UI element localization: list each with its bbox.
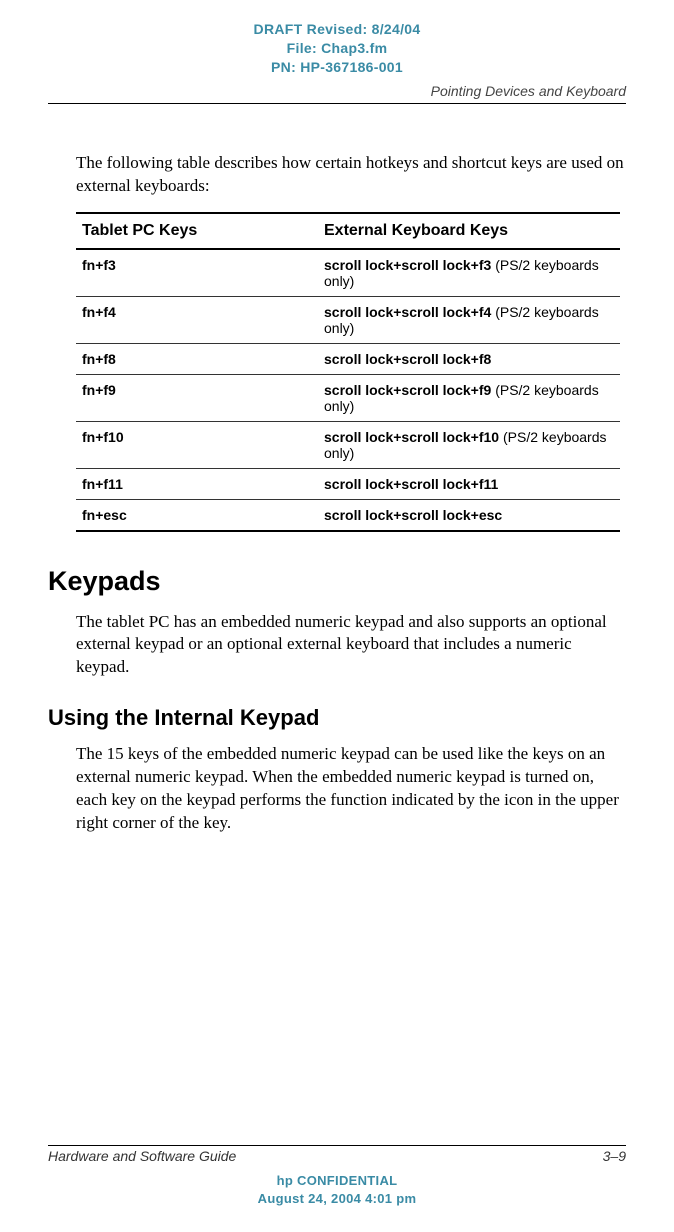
cell-bold: scroll lock+scroll lock+f10 xyxy=(324,429,499,445)
para-internal-keypad: The 15 keys of the embedded numeric keyp… xyxy=(76,743,626,835)
table-header-col1: Tablet PC Keys xyxy=(76,213,318,249)
cell-external-key: scroll lock+scroll lock+f10 (PS/2 keyboa… xyxy=(318,421,620,468)
footer-timestamp: August 24, 2004 4:01 pm xyxy=(48,1190,626,1208)
cell-tablet-key: fn+f4 xyxy=(76,296,318,343)
table-row: fn+f4 scroll lock+scroll lock+f4 (PS/2 k… xyxy=(76,296,620,343)
cell-bold: scroll lock+scroll lock+esc xyxy=(324,507,502,523)
cell-external-key: scroll lock+scroll lock+esc xyxy=(318,499,620,531)
table-row: fn+esc scroll lock+scroll lock+esc xyxy=(76,499,620,531)
cell-external-key: scroll lock+scroll lock+f11 xyxy=(318,468,620,499)
cell-bold: scroll lock+scroll lock+f8 xyxy=(324,351,491,367)
cell-external-key: scroll lock+scroll lock+f9 (PS/2 keyboar… xyxy=(318,374,620,421)
table-header-row: Tablet PC Keys External Keyboard Keys xyxy=(76,213,620,249)
table-row: fn+f11 scroll lock+scroll lock+f11 xyxy=(76,468,620,499)
draft-line-2: File: Chap3.fm xyxy=(48,39,626,58)
table-row: fn+f9 scroll lock+scroll lock+f9 (PS/2 k… xyxy=(76,374,620,421)
draft-line-1: DRAFT Revised: 8/24/04 xyxy=(48,20,626,39)
footer-guide-title: Hardware and Software Guide xyxy=(48,1148,236,1164)
cell-tablet-key: fn+f9 xyxy=(76,374,318,421)
cell-external-key: scroll lock+scroll lock+f3 (PS/2 keyboar… xyxy=(318,249,620,297)
cell-tablet-key: fn+f8 xyxy=(76,343,318,374)
table-row: fn+f10 scroll lock+scroll lock+f10 (PS/2… xyxy=(76,421,620,468)
hotkeys-table: Tablet PC Keys External Keyboard Keys fn… xyxy=(76,212,620,532)
heading-keypads: Keypads xyxy=(48,566,626,597)
draft-line-3: PN: HP-367186-001 xyxy=(48,58,626,77)
footer-page-number: 3–9 xyxy=(603,1148,626,1164)
cell-external-key: scroll lock+scroll lock+f4 (PS/2 keyboar… xyxy=(318,296,620,343)
cell-external-key: scroll lock+scroll lock+f8 xyxy=(318,343,620,374)
heading-internal-keypad: Using the Internal Keypad xyxy=(48,705,626,731)
footer-confidential: hp CONFIDENTIAL xyxy=(48,1172,626,1190)
cell-tablet-key: fn+esc xyxy=(76,499,318,531)
cell-bold: scroll lock+scroll lock+f9 xyxy=(324,382,491,398)
cell-tablet-key: fn+f10 xyxy=(76,421,318,468)
cell-bold: scroll lock+scroll lock+f11 xyxy=(324,476,498,492)
para-keypads: The tablet PC has an embedded numeric ke… xyxy=(76,611,626,680)
cell-bold: scroll lock+scroll lock+f3 xyxy=(324,257,491,273)
intro-paragraph: The following table describes how certai… xyxy=(76,152,626,198)
table-row: fn+f8 scroll lock+scroll lock+f8 xyxy=(76,343,620,374)
table-header-col2: External Keyboard Keys xyxy=(318,213,620,249)
cell-tablet-key: fn+f11 xyxy=(76,468,318,499)
cell-tablet-key: fn+f3 xyxy=(76,249,318,297)
cell-bold: scroll lock+scroll lock+f4 xyxy=(324,304,491,320)
running-head: Pointing Devices and Keyboard xyxy=(48,83,626,104)
draft-header: DRAFT Revised: 8/24/04 File: Chap3.fm PN… xyxy=(48,20,626,77)
page-footer: Hardware and Software Guide 3–9 hp CONFI… xyxy=(48,1145,626,1208)
table-row: fn+f3 scroll lock+scroll lock+f3 (PS/2 k… xyxy=(76,249,620,297)
